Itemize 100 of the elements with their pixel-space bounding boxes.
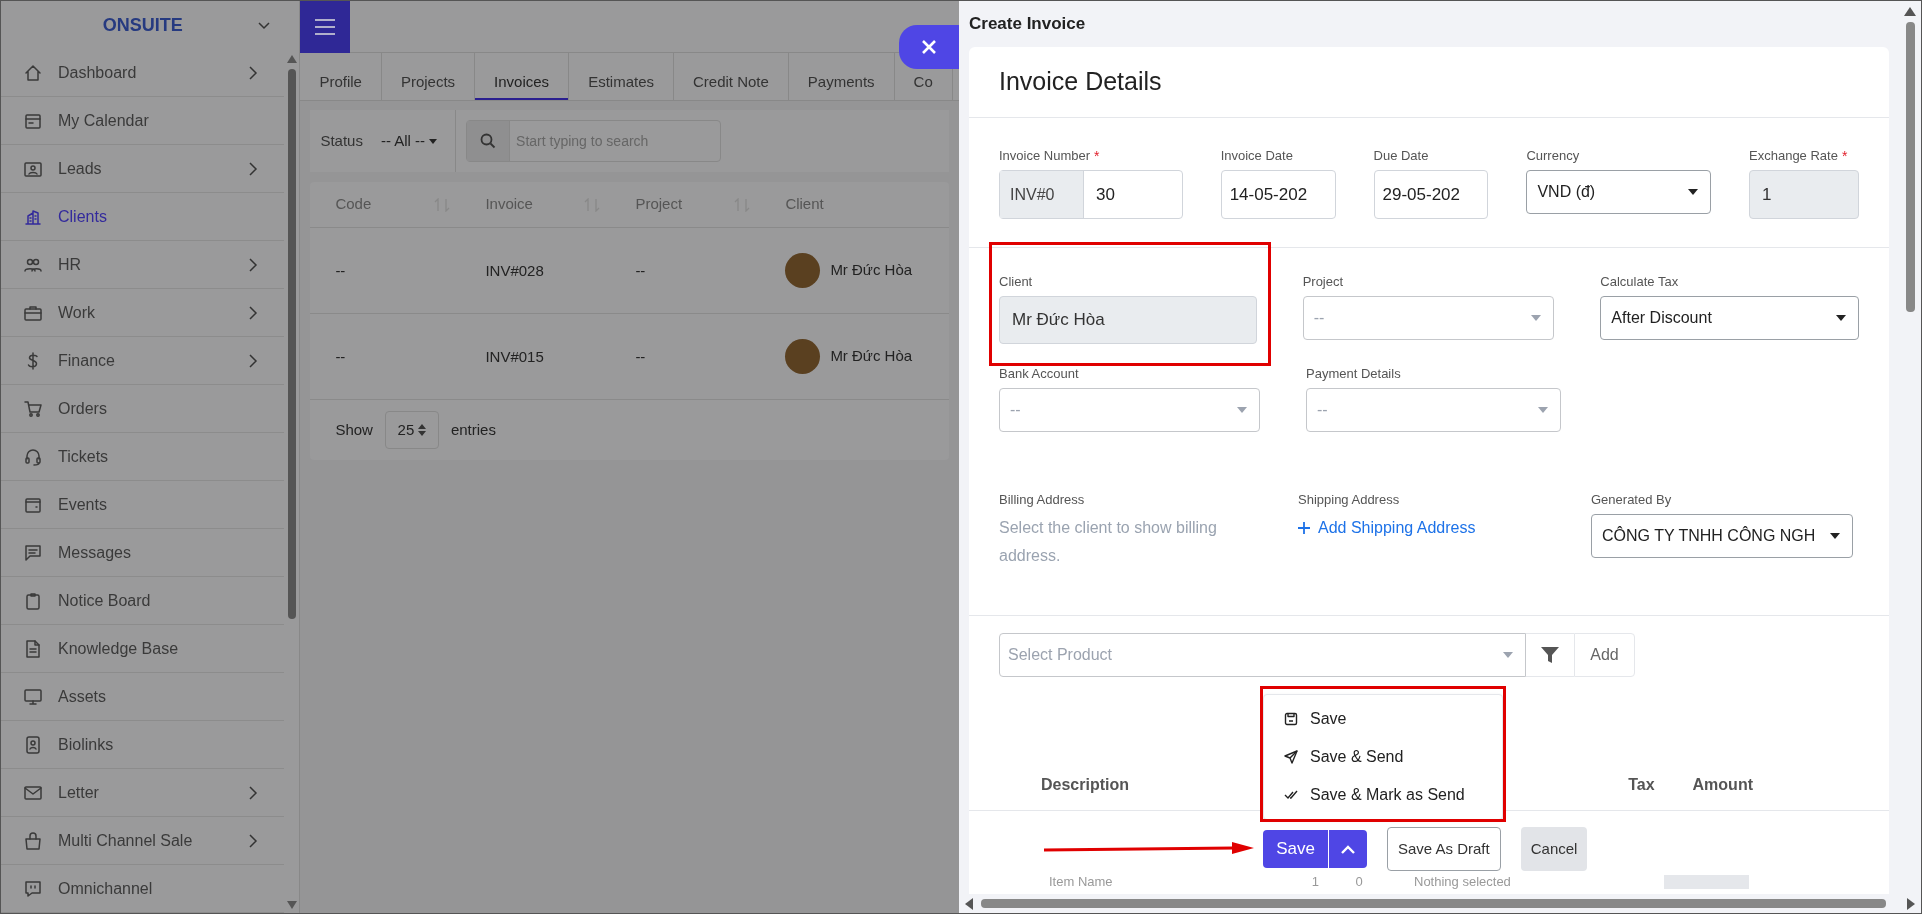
field-label: Shipping Address: [1298, 491, 1400, 509]
sidebar-item[interactable]: HR: [1, 241, 285, 289]
save-options-toggle[interactable]: [1329, 830, 1367, 868]
table-cell: INV#028: [485, 261, 544, 279]
id-badge-icon: [23, 734, 43, 755]
select-field[interactable]: --: [1302, 296, 1555, 340]
select-field[interactable]: CÔNG TY TNHH CÔNG NGH: [1591, 514, 1853, 558]
page-size-select[interactable]: 25: [384, 411, 439, 449]
sidebar-item[interactable]: Tickets: [1, 433, 285, 481]
cancel-button[interactable]: Cancel: [1520, 827, 1588, 871]
sidebar-item[interactable]: Clients: [1, 193, 285, 241]
sidebar-item[interactable]: Orders: [1, 385, 285, 433]
table-cell-text: Mr Đức Hòa: [830, 260, 913, 281]
select-field[interactable]: VND (đ): [1526, 170, 1711, 214]
menu-item[interactable]: Save & Send: [1264, 738, 1502, 776]
select-field[interactable]: After Discount: [1600, 296, 1859, 340]
scroll-right-icon[interactable]: [1907, 897, 1915, 910]
quantity-field[interactable]: 1: [1199, 872, 1334, 892]
entries-label: entries: [450, 419, 496, 440]
save-as-draft-button[interactable]: Save As Draft: [1387, 827, 1501, 871]
field-label: Billing Address: [999, 491, 1085, 509]
tab[interactable]: Profile: [300, 71, 381, 100]
field-label: Client: [999, 273, 1033, 291]
sidebar-item-label: Dashboard: [58, 62, 138, 83]
sidebar-item[interactable]: Multi Channel Sale: [1, 817, 285, 865]
required-marker: *: [1841, 147, 1848, 166]
add-shipping-address-link[interactable]: Add Shipping Address: [1298, 514, 1553, 542]
invoice-number-field[interactable]: INV#0 30: [999, 170, 1183, 219]
field-label: Payment Details: [1306, 365, 1401, 383]
sidebar-item[interactable]: Dashboard: [1, 49, 285, 97]
menu-item[interactable]: Save: [1264, 700, 1502, 738]
field-label: Due Date: [1373, 147, 1429, 165]
sidebar-item[interactable]: Assets: [1, 673, 285, 721]
monitor-icon: [23, 686, 43, 707]
sidebar-item-label: Finance: [58, 350, 116, 371]
cart-icon: [23, 398, 43, 419]
scrollbar-thumb[interactable]: [1905, 22, 1915, 312]
tab[interactable]: Credit Note: [674, 71, 788, 100]
tax-select[interactable]: Nothing selected: [1414, 872, 1644, 892]
sidebar-item[interactable]: Events: [1, 481, 285, 529]
caret-down-icon: [1538, 407, 1548, 413]
tab[interactable]: Invoices: [475, 71, 569, 100]
menu-icon: [314, 18, 337, 36]
column-header[interactable]: Invoice: [485, 193, 533, 216]
sidebar-item-label: Multi Channel Sale: [58, 830, 194, 851]
sidebar-item[interactable]: Knowledge Base: [1, 625, 285, 673]
field-label: Bank Account: [999, 365, 1079, 383]
sidebar-item-label: Omnichannel: [58, 878, 154, 899]
close-icon: [921, 39, 937, 55]
scrollbar-thumb[interactable]: [287, 69, 296, 619]
add-button[interactable]: Add: [1574, 633, 1635, 677]
sidebar-item[interactable]: Letter: [1, 769, 285, 817]
sidebar-item[interactable]: My Calendar: [1, 97, 285, 145]
menu-button[interactable]: [300, 1, 351, 53]
item-name-field[interactable]: Item Name: [1049, 872, 1199, 892]
product-select[interactable]: Select Product: [999, 633, 1526, 677]
sidebar-item[interactable]: Finance: [1, 337, 285, 385]
tab[interactable]: Estimates: [569, 71, 673, 100]
tab[interactable]: Payments: [788, 71, 894, 100]
section-heading: Invoice Details: [999, 66, 1162, 98]
price-field[interactable]: 0: [1334, 872, 1384, 892]
scroll-down-icon[interactable]: [286, 901, 297, 909]
status-dropdown[interactable]: -- All --: [380, 129, 438, 153]
close-button[interactable]: [899, 25, 959, 69]
avatar: [785, 253, 821, 288]
scroll-up-icon[interactable]: [286, 55, 297, 63]
column-header[interactable]: Project: [635, 193, 683, 216]
chevron-right-icon: [247, 353, 260, 368]
sidebar-item-label: Biolinks: [58, 734, 115, 755]
menu-item[interactable]: Save & Mark as Send: [1264, 776, 1502, 814]
select-field[interactable]: --: [999, 388, 1260, 432]
select-field[interactable]: --: [1306, 388, 1561, 432]
scroll-left-icon[interactable]: [965, 897, 973, 910]
sidebar-item[interactable]: Omnichannel: [1, 865, 285, 913]
caret-down-icon: [1237, 407, 1247, 413]
chat-icon: [23, 878, 43, 899]
date-field[interactable]: 29-05-202: [1373, 170, 1489, 219]
column-header[interactable]: Code: [335, 193, 372, 216]
home-icon: [23, 62, 43, 83]
tab[interactable]: Co: [894, 71, 952, 100]
chevron-right-icon: [247, 833, 260, 848]
tab[interactable]: Projects: [381, 71, 475, 100]
sidebar-item[interactable]: Work: [1, 289, 285, 337]
double-check-icon: [1284, 788, 1298, 802]
scroll-up-icon[interactable]: [1904, 7, 1916, 16]
sidebar-item[interactable]: Leads: [1, 145, 285, 193]
sidebar-item[interactable]: Messages: [1, 529, 285, 577]
required-marker: *: [1094, 147, 1100, 166]
scrollbar-thumb[interactable]: [981, 899, 1886, 908]
sidebar-item-label: Orders: [58, 398, 108, 419]
shopping-bag-icon: [23, 830, 43, 851]
filter-button[interactable]: [1526, 633, 1574, 677]
save-button[interactable]: Save: [1263, 830, 1329, 868]
sidebar-item[interactable]: Biolinks: [1, 721, 285, 769]
sidebar-item-label: Leads: [58, 158, 103, 179]
column-header[interactable]: Client: [785, 193, 824, 216]
sidebar-item[interactable]: Notice Board: [1, 577, 285, 625]
date-field[interactable]: 14-05-202: [1220, 170, 1336, 219]
chevron-right-icon: [247, 65, 260, 80]
table-cell-text: Mr Đức Hòa: [830, 346, 913, 367]
